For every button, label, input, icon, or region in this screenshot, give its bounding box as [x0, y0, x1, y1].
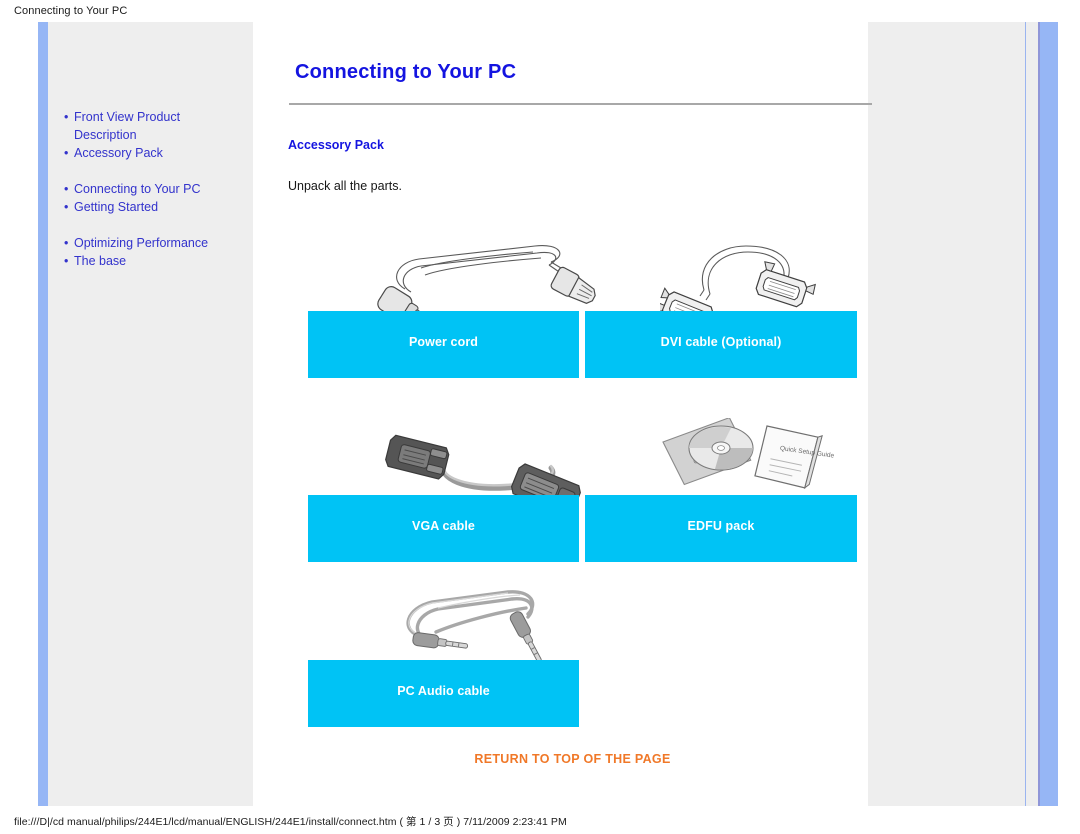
caption-dvi-cable: DVI cable (Optional) [585, 311, 857, 378]
sidebar-item-label: Connecting to Your PC [74, 182, 201, 196]
bullet-icon: • [64, 200, 69, 214]
caption-vga-cable: VGA cable [308, 495, 579, 562]
sidebar-item-connecting-to-your-pc[interactable]: • Connecting to Your PC [62, 180, 242, 198]
sidebar-nav: • Front View Product Description • Acces… [62, 108, 242, 270]
sidebar-item-the-base[interactable]: • The base [62, 252, 242, 270]
sidebar-item-optimizing-performance[interactable]: • Optimizing Performance [62, 234, 242, 252]
bullet-icon: • [64, 110, 69, 124]
accessory-grid: Power cord DVI cable (Optional) VGA cabl… [275, 22, 870, 806]
audio-cable-photo [380, 584, 600, 669]
caption-pc-audio-cable: PC Audio cable [308, 660, 579, 727]
sidebar-item-getting-started[interactable]: • Getting Started [62, 198, 242, 216]
window-title: Connecting to Your PC [14, 5, 128, 17]
bullet-icon: • [64, 236, 69, 250]
sidebar-item-label: Front View Product Description [74, 110, 181, 142]
return-to-top-link[interactable]: RETURN TO TOP OF THE PAGE [275, 752, 870, 766]
status-bar-path: file:///D|/cd manual/philips/244E1/lcd/m… [14, 816, 567, 828]
document-page: • Front View Product Description • Acces… [22, 22, 1058, 806]
sidebar-item-accessory-pack[interactable]: • Accessory Pack [62, 144, 242, 162]
caption-edfu-pack: EDFU pack [585, 495, 857, 562]
sidebar-item-label: Getting Started [74, 200, 159, 214]
left-accent-bar [38, 22, 48, 806]
sidebar-item-label: The base [74, 254, 127, 268]
sidebar-item-label: Optimizing Performance [74, 236, 209, 250]
right-accent-bar [1040, 22, 1058, 806]
sidebar-item-label: Accessory Pack [74, 146, 163, 160]
right-gray-panel [868, 22, 1025, 806]
bullet-icon: • [64, 146, 69, 160]
caption-power-cord: Power cord [308, 311, 579, 378]
bullet-icon: • [64, 254, 69, 268]
main-content: Connecting to Your PC Accessory Pack Unp… [275, 22, 872, 806]
bullet-icon: • [64, 182, 69, 196]
sidebar-item-front-view-product-description[interactable]: • Front View Product Description [62, 108, 242, 144]
